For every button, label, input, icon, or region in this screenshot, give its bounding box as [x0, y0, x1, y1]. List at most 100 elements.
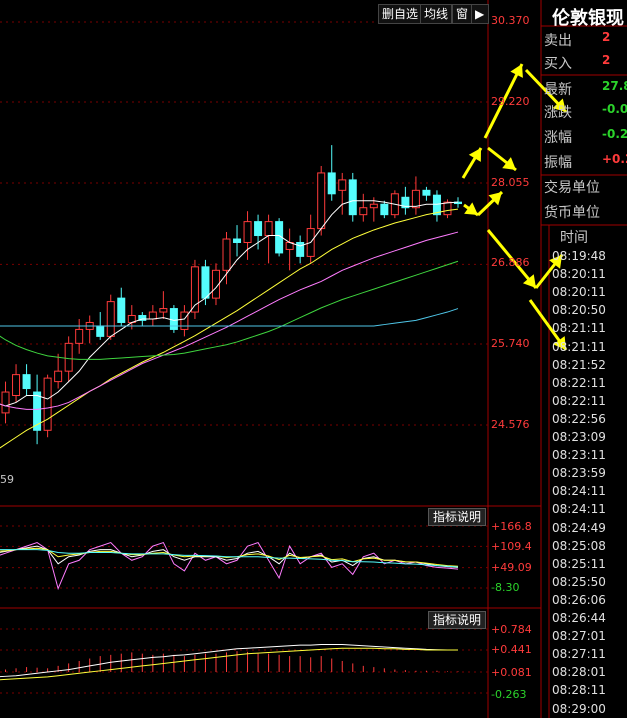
quote-row: 买入 2: [544, 53, 627, 73]
time-row: 08:19:48: [552, 249, 606, 263]
time-row: 08:22:11: [552, 393, 606, 408]
time-row: 08:25:50: [552, 574, 606, 589]
price-tick: 25.740: [491, 337, 530, 350]
time-row: 08:24:49: [552, 520, 606, 535]
candle-body: [106, 301, 115, 337]
candle-body: [148, 311, 157, 320]
quote-label: 货币单位: [544, 205, 600, 221]
candle-body: [75, 328, 84, 344]
osc-tick: -8.30: [491, 581, 520, 594]
quote-label: 最新: [544, 82, 572, 98]
osc-line: [0, 541, 459, 591]
quote-row: 卖出 2: [544, 30, 627, 50]
quote-label: 买入: [544, 56, 572, 72]
quote-row: 涨幅 -0.2: [544, 127, 627, 147]
window-button[interactable]: 窗: [452, 4, 473, 24]
quote-row: 振幅 +0.2: [544, 152, 627, 172]
time-row: 08:26:44: [552, 611, 606, 625]
candle-body: [254, 221, 263, 237]
time-row: 08:26:06: [552, 592, 606, 607]
quote-label: 涨跌: [544, 105, 572, 121]
candle-body: [222, 238, 231, 271]
time-row: 08:29:00: [552, 701, 606, 716]
candle-body: [201, 266, 210, 299]
time-row: 08:22:11: [552, 375, 606, 390]
candle-body: [43, 377, 52, 431]
price-tick: 26.886: [491, 256, 530, 269]
annotation-arrowhead: [464, 202, 478, 215]
osc-tick: +166.8: [491, 520, 532, 533]
price-tick: 30.370: [491, 14, 530, 27]
candle-body: [338, 179, 347, 191]
time-row: 08:23:59: [552, 466, 606, 481]
candle-body: [359, 207, 368, 216]
quote-row: 涨跌 -0.0: [544, 102, 627, 122]
time-row: 08:25:11: [552, 556, 606, 571]
candle-body: [380, 203, 389, 216]
time-row: 08:28:11: [552, 683, 606, 698]
indicator-help-button[interactable]: 指标说明: [428, 508, 486, 526]
moving-average-button[interactable]: 均线: [420, 4, 453, 24]
osc-tick: +49.09: [491, 561, 532, 574]
quote-label: 卖出: [544, 33, 572, 49]
quote-row: 交易单位: [544, 177, 627, 197]
candle-body: [117, 297, 126, 323]
time-row: 08:24:11: [552, 484, 606, 499]
time-row: 08:20:11: [552, 267, 606, 282]
macd-tick: +0.081: [491, 666, 532, 679]
macd-tick: -0.263: [491, 688, 527, 701]
candle-body: [411, 189, 420, 209]
candle-body: [64, 342, 73, 372]
time-list-header: 时间: [560, 230, 588, 246]
candle-body: [348, 179, 357, 216]
time-row: 08:27:01: [552, 629, 606, 644]
remove-watchlist-button[interactable]: 删自选: [378, 4, 423, 24]
time-row: 08:25:08: [552, 538, 606, 553]
quote-value: +0.2: [602, 152, 627, 166]
price-tick: 29.220: [491, 95, 530, 108]
quote-label: 振幅: [544, 155, 572, 171]
quote-label: 涨幅: [544, 130, 572, 146]
quote-row: 货币单位: [544, 202, 627, 222]
quote-value: 2: [602, 30, 611, 44]
candle-body: [159, 308, 168, 313]
time-row: 08:21:11: [552, 321, 606, 336]
candle-body: [243, 221, 252, 243]
candle-body: [422, 189, 431, 196]
time-row: 08:20:11: [552, 285, 606, 300]
quote-label: 交易单位: [544, 180, 600, 196]
time-row: 08:22:56: [552, 411, 606, 426]
candle-body: [12, 374, 21, 397]
time-row: 08:21:11: [552, 339, 606, 354]
candle-body: [180, 311, 189, 330]
candle-body: [369, 203, 378, 209]
candle-body: [1, 391, 10, 414]
time-row: 08:27:11: [552, 647, 606, 662]
time-row: 08:28:01: [552, 665, 606, 680]
candle-body: [54, 370, 63, 383]
candle-body: [233, 238, 242, 243]
time-row: 08:24:11: [552, 502, 606, 517]
macd-tick: +0.784: [491, 623, 532, 636]
time-row: 08:21:52: [552, 357, 606, 372]
quote-value: 2: [602, 53, 611, 67]
time-row: 08:23:09: [552, 430, 606, 444]
candle-body: [296, 241, 305, 257]
corner-value: 59: [0, 473, 14, 486]
osc-tick: +109.4: [491, 540, 532, 553]
time-row: 08:23:11: [552, 448, 606, 463]
quote-value: -0.0: [602, 102, 627, 116]
candle-body: [327, 172, 336, 195]
time-row: 08:20:50: [552, 303, 606, 318]
candle-body: [443, 201, 452, 216]
quote-row: 最新 27.8: [544, 79, 627, 99]
moving-average-line: [0, 308, 459, 327]
instrument-title: 伦敦银现: [552, 8, 624, 29]
candle-body: [264, 221, 273, 237]
double-arrow-right-icon[interactable]: ▶: [471, 4, 489, 24]
macd-tick: +0.441: [491, 643, 532, 656]
indicator-help-button[interactable]: 指标说明: [428, 611, 486, 629]
candle-body: [96, 325, 105, 337]
price-tick: 28.055: [491, 176, 530, 189]
quote-value: 27.8: [602, 79, 627, 93]
